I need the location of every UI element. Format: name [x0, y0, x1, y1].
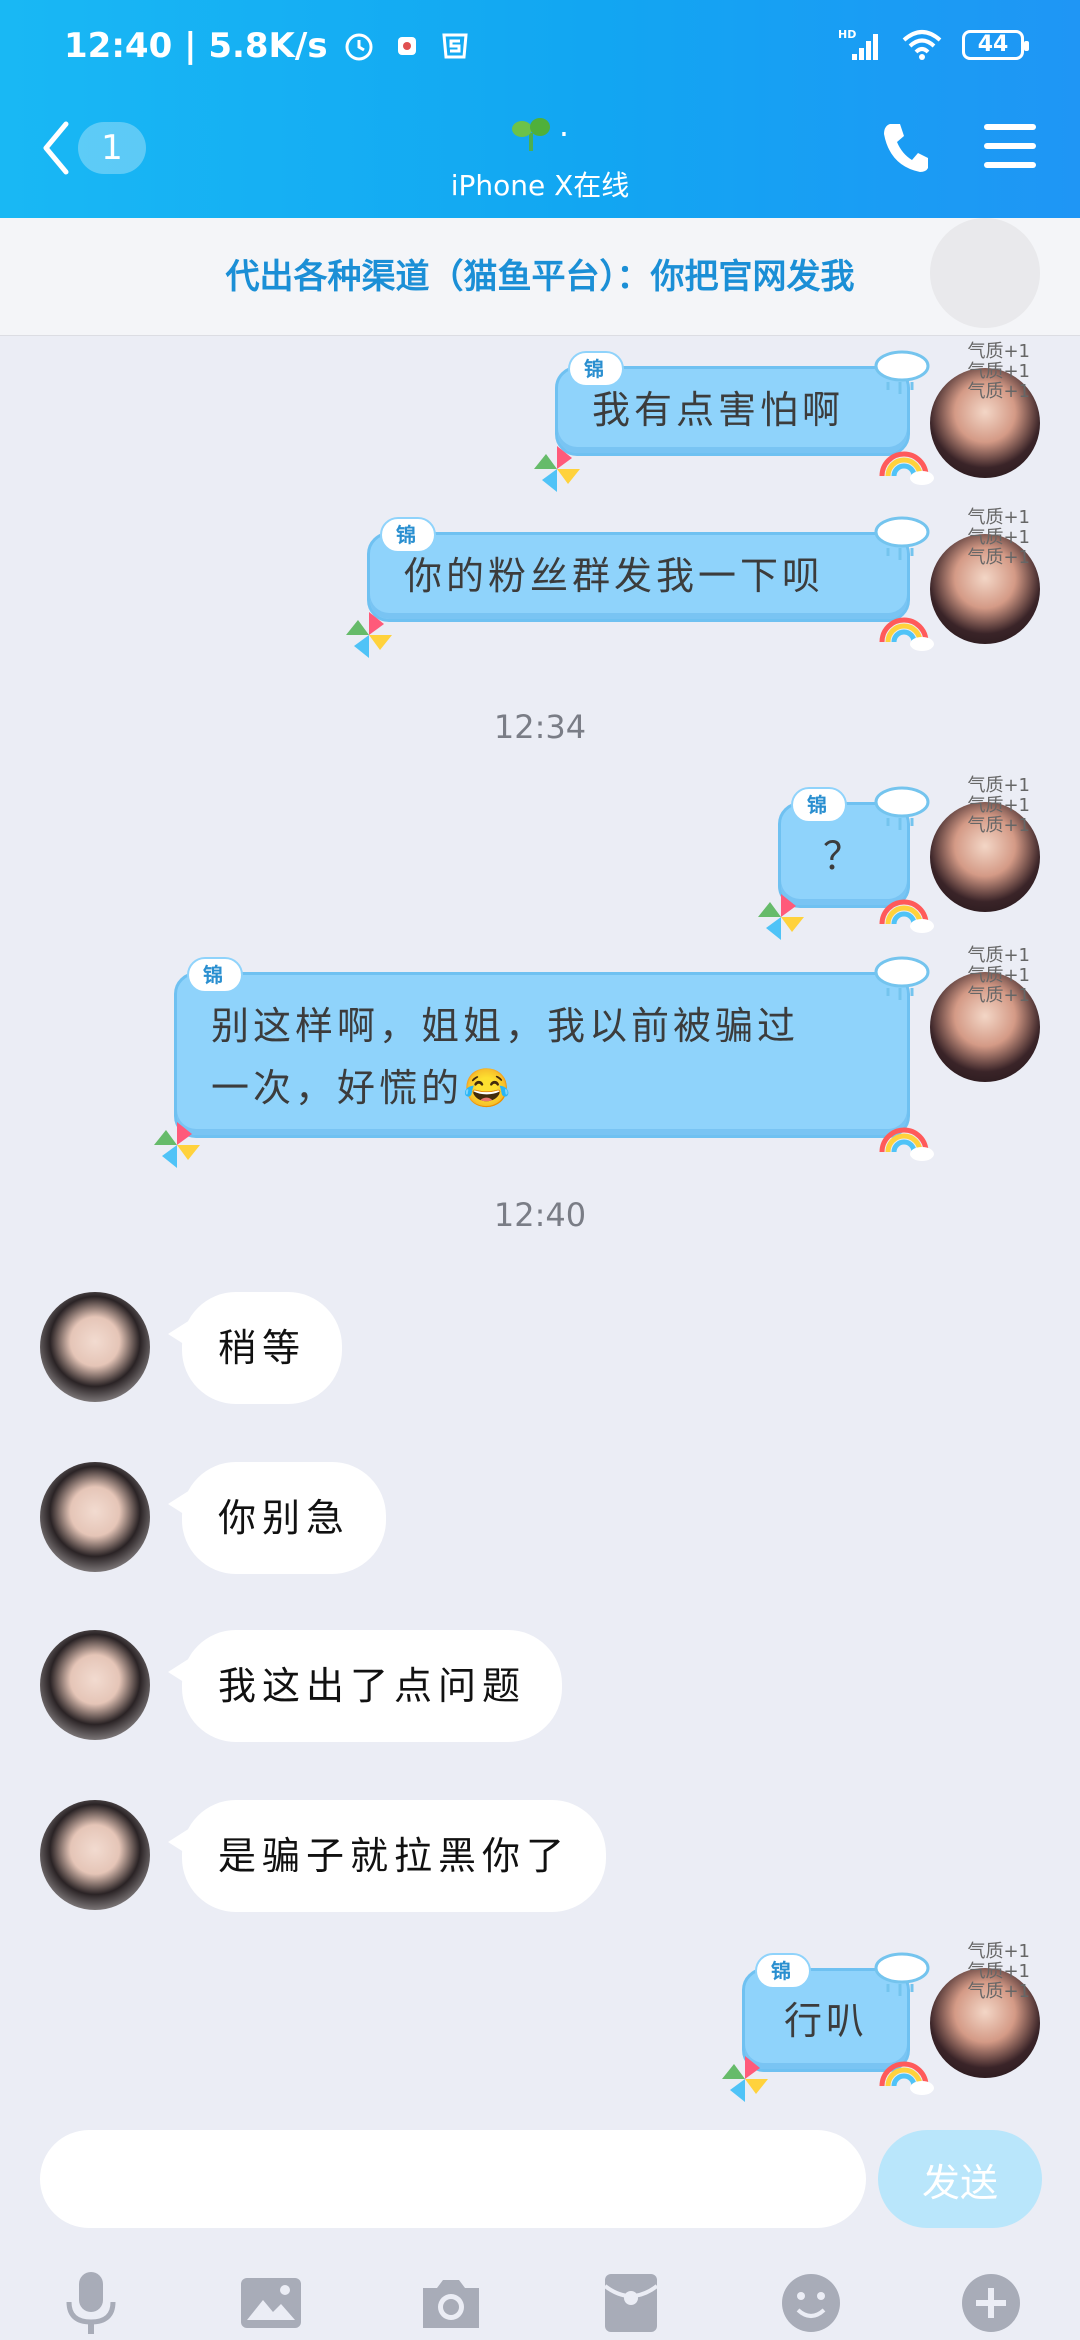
- battery-indicator: 44: [962, 30, 1029, 60]
- cloud-icon: [874, 1952, 930, 1996]
- s-app-icon: [441, 33, 468, 59]
- time-divider: 12:34: [493, 708, 587, 746]
- contact-name: ·: [558, 115, 570, 153]
- input-bar: 发送: [0, 2116, 1080, 2340]
- message-bubble[interactable]: 锦 你的粉丝群发我一下呗: [367, 517, 910, 622]
- message-text: ？: [822, 834, 865, 878]
- wifi-icon: [902, 30, 942, 60]
- contact-avatar[interactable]: [40, 1462, 150, 1572]
- image-icon: [241, 2278, 301, 2328]
- rainbow-icon: [879, 451, 934, 485]
- pinwheel-icon: [346, 612, 392, 658]
- qizhi-badge: 气质+1 气质+1 气质+1: [967, 1941, 1030, 2002]
- menu-button[interactable]: [984, 122, 1036, 174]
- cloud-icon: [874, 350, 930, 394]
- jin-tag: 锦: [791, 787, 847, 823]
- cloud-icon: [874, 956, 930, 1000]
- input-toolbar: [0, 2266, 1080, 2340]
- message-bubble[interactable]: 你别急: [167, 1462, 387, 1574]
- sprout-icon: [511, 118, 550, 151]
- jin-tag: 锦: [187, 957, 243, 993]
- emoji-button[interactable]: [774, 2266, 848, 2340]
- jin-tag: 锦: [568, 351, 624, 387]
- message-bubble[interactable]: 锦 别这样啊，姐姐，我以前被骗过 一次，好慌的😂: [174, 957, 910, 1138]
- message-text-line: 一次，好慌的😂: [211, 1066, 515, 1110]
- emoji-icon: [782, 2274, 840, 2332]
- message-text: 你的粉丝群发我一下呗: [404, 554, 825, 598]
- time-divider: 12:40: [493, 1196, 587, 1234]
- cloud-icon: [874, 786, 930, 830]
- header: 12:40 | 5.8K/s HD 44 1 · iPhone X在线: [0, 0, 1080, 218]
- outgoing-message: 锦 行叭 气质+1 气质+1 气质+1: [0, 1938, 1080, 2108]
- red-packet-icon: [603, 2274, 659, 2332]
- contact-avatar[interactable]: [40, 1630, 150, 1740]
- camera-button[interactable]: [414, 2266, 488, 2340]
- rainbow-icon: [879, 899, 934, 933]
- pinwheel-icon: [154, 1122, 200, 1168]
- qizhi-badge: 气质+1 气质+1 气质+1: [967, 341, 1030, 402]
- phone-icon: [884, 124, 928, 172]
- signal-icon: HD: [838, 28, 878, 60]
- contact-avatar[interactable]: [40, 1292, 150, 1402]
- jin-tag: 锦: [380, 517, 436, 553]
- message-input[interactable]: [40, 2130, 866, 2228]
- outgoing-message: 锦 别这样啊，姐姐，我以前被骗过 一次，好慌的😂 气质+1 气质+1 气质+1: [0, 942, 1080, 1172]
- status-time: 12:40 | 5.8K/s: [64, 26, 328, 66]
- message-bubble[interactable]: 我这出了点问题: [167, 1630, 563, 1742]
- pinned-message-banner[interactable]: 代出各种渠道（猫鱼平台）：你把官网发我: [0, 218, 1080, 336]
- outgoing-message: 锦 我有点害怕啊 气质+1 气质+1 气质+1: [0, 336, 1080, 496]
- call-button[interactable]: [880, 120, 930, 178]
- message-text-line: 别这样啊，姐姐，我以前被骗过: [211, 1004, 800, 1048]
- cloud-icon: [874, 516, 930, 560]
- rainbow-icon: [879, 1127, 934, 1161]
- pinwheel-icon: [722, 2056, 768, 2102]
- red-packet-button[interactable]: [594, 2266, 668, 2340]
- voice-button[interactable]: [54, 2266, 128, 2340]
- chat-area[interactable]: 锦 我有点害怕啊 气质+1 气质+1 气质+1 锦 你的粉丝群发我一下呗 气质+…: [0, 336, 1080, 2116]
- more-button[interactable]: [954, 2266, 1028, 2340]
- plus-icon: [962, 2274, 1020, 2332]
- microphone-icon: [66, 2272, 116, 2334]
- rainbow-icon: [879, 617, 934, 651]
- app-notification-icon: [397, 37, 416, 55]
- pinwheel-icon: [534, 446, 580, 492]
- qizhi-badge: 气质+1 气质+1 气质+1: [967, 945, 1030, 1006]
- menu-icon: [984, 124, 1036, 168]
- gallery-button[interactable]: [234, 2266, 308, 2340]
- nav-bar: 1 · iPhone X在线: [0, 100, 1080, 218]
- status-bar: 12:40 | 5.8K/s HD 44: [0, 0, 1080, 100]
- outgoing-message: 锦 你的粉丝群发我一下呗 气质+1 气质+1 气质+1: [0, 504, 1080, 664]
- camera-icon: [423, 2280, 479, 2328]
- message-bubble[interactable]: 锦 我有点害怕啊: [555, 351, 910, 456]
- svg-text:HD: HD: [838, 28, 856, 41]
- qizhi-badge: 气质+1 气质+1 气质+1: [967, 775, 1030, 836]
- alarm-icon: [345, 33, 373, 61]
- rainbow-icon: [879, 2061, 934, 2095]
- send-button[interactable]: 发送: [878, 2130, 1042, 2228]
- message-bubble[interactable]: 是骗子就拉黑你了: [167, 1800, 607, 1912]
- status-left: 12:40 | 5.8K/s: [64, 26, 472, 66]
- status-right: HD 44: [838, 28, 1029, 62]
- jin-tag: 锦: [755, 1953, 811, 1989]
- qizhi-badge: 气质+1 气质+1 气质+1: [967, 507, 1030, 568]
- outgoing-message: 锦 ？ 气质+1 气质+1 气质+1: [0, 772, 1080, 940]
- contact-avatar[interactable]: [40, 1800, 150, 1910]
- pinned-message-text: 代出各种渠道（猫鱼平台）：你把官网发我: [225, 257, 855, 297]
- message-text: 行叭: [783, 1999, 868, 2043]
- message-bubble[interactable]: 稍等: [167, 1292, 343, 1404]
- message-text: 我有点害怕啊: [592, 388, 845, 432]
- pinwheel-icon: [758, 894, 804, 940]
